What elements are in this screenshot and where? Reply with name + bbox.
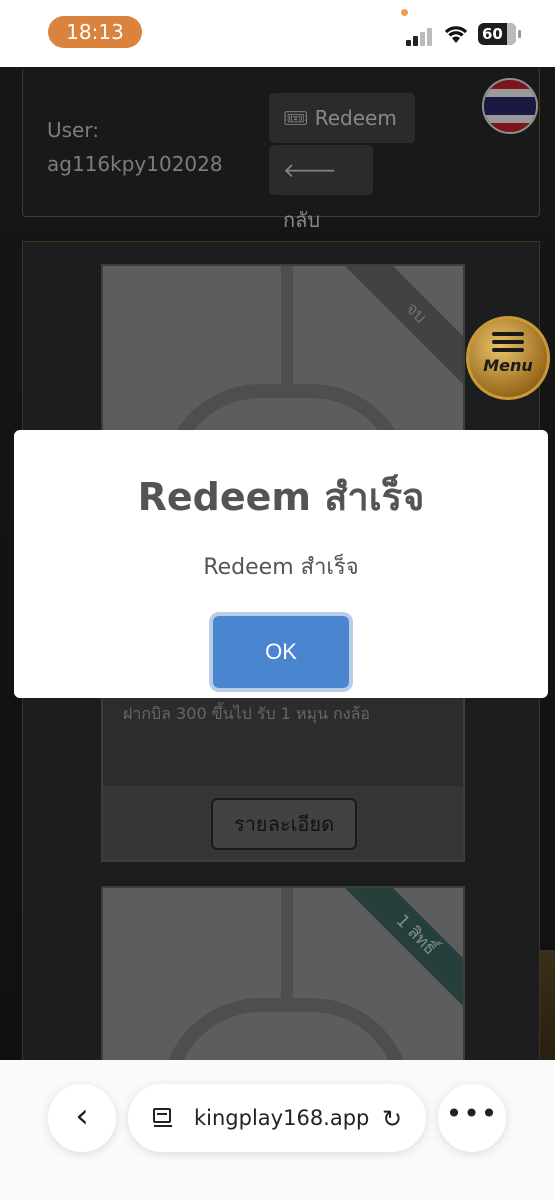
menu-button[interactable]: Menu: [466, 316, 550, 400]
privacy-indicator-dot: [401, 9, 408, 16]
hamburger-icon: [492, 332, 524, 352]
dialog-title: Redeem สำเร็จ: [137, 475, 425, 519]
menu-label: Menu: [483, 356, 533, 375]
browser-back-button[interactable]: ‹: [48, 1084, 116, 1152]
url-text: kingplay168.app: [194, 1106, 370, 1130]
chevron-left-icon: ‹: [75, 1096, 89, 1136]
screen: 18:13 60 User: ag116kpy102028 🎟 Redeem 🡐…: [0, 0, 555, 1200]
page-icon: [153, 1108, 172, 1127]
ellipsis-icon: •••: [445, 1097, 499, 1130]
dialog-message: Redeem สำเร็จ: [203, 555, 359, 580]
status-time: 18:13: [48, 16, 142, 48]
battery-level: 60: [482, 25, 503, 43]
more-button[interactable]: •••: [438, 1084, 506, 1152]
reload-icon[interactable]: ↻: [382, 1105, 402, 1133]
wifi-icon: [444, 26, 468, 43]
browser-toolbar: ‹ kingplay168.app ↻ •••: [0, 1060, 555, 1200]
address-bar[interactable]: kingplay168.app ↻: [128, 1084, 426, 1152]
status-bar: 18:13 60: [0, 0, 555, 67]
battery-icon: 60: [478, 23, 521, 45]
signal-icon: [406, 26, 434, 46]
ok-button[interactable]: OK: [213, 616, 349, 688]
success-dialog: Redeem สำเร็จ Redeem สำเร็จ OK: [14, 430, 548, 698]
